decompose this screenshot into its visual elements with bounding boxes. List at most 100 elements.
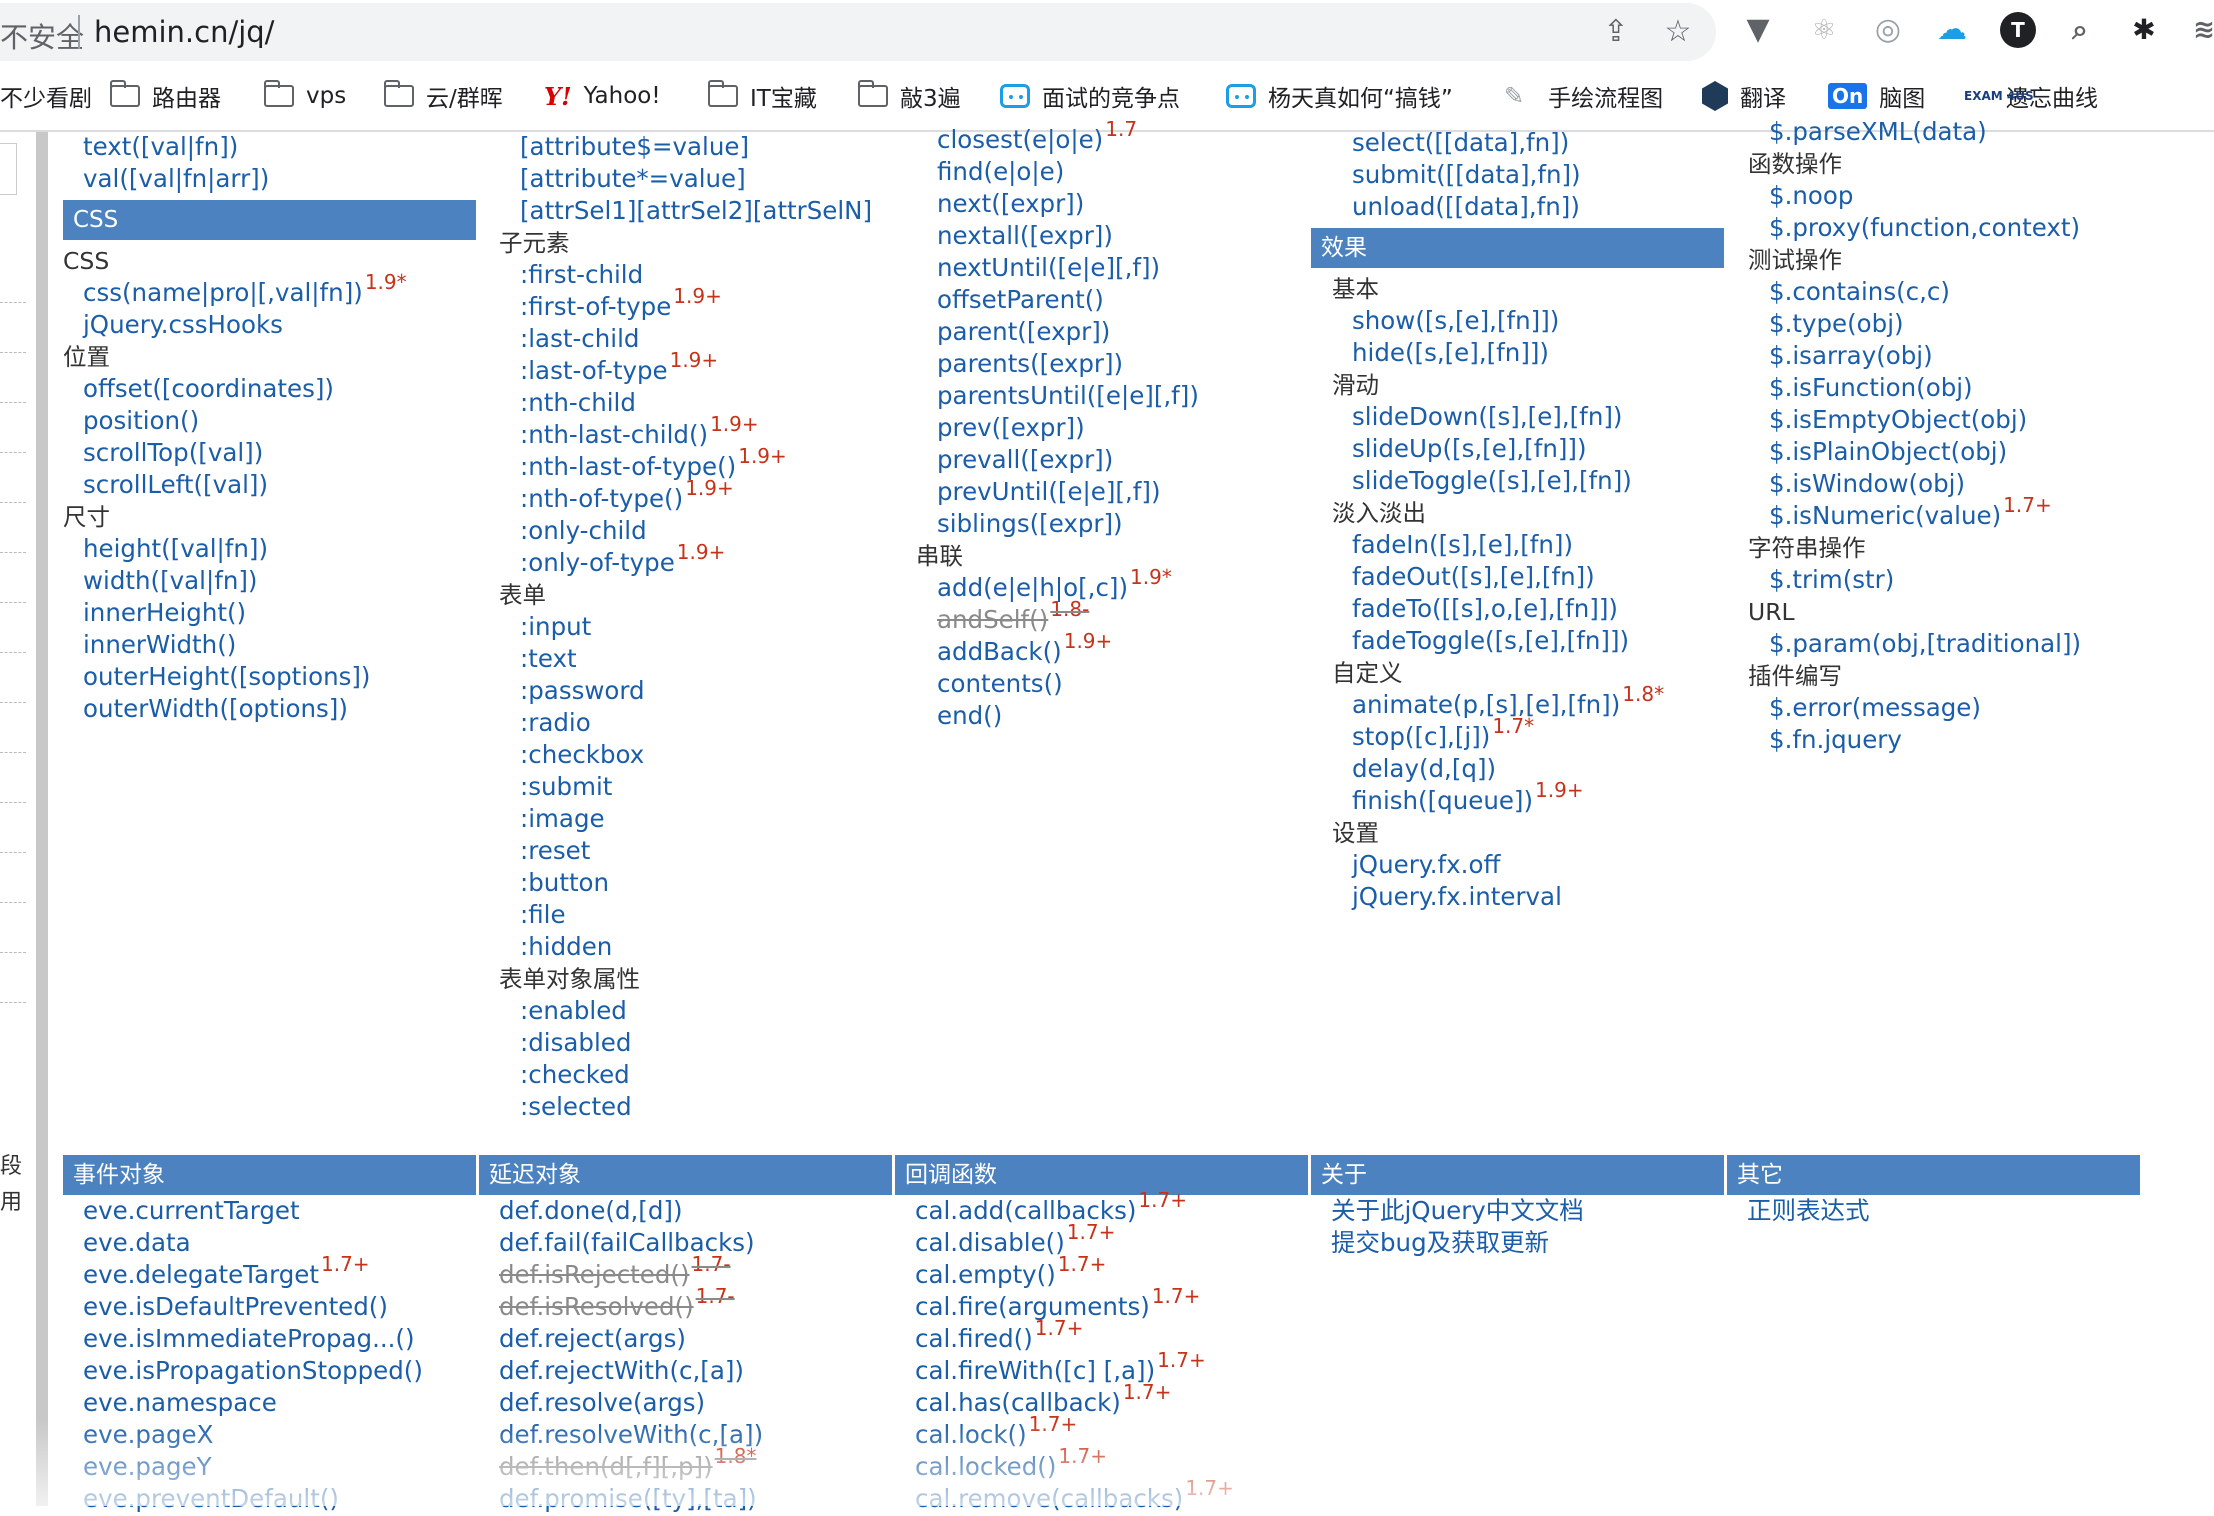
api-link-next-expr[interactable]: next([expr]) [937, 188, 1084, 220]
api-link-image[interactable]: :image [520, 803, 605, 835]
translate-extension-icon[interactable]: T [2000, 12, 2036, 48]
sidebar-search-box[interactable] [0, 143, 17, 195]
api-link-val-val-fn-arr[interactable]: val([val|fn|arr]) [83, 163, 269, 195]
api-link-attribute-value[interactable]: [attribute$=value] [520, 131, 749, 163]
api-link-jquery-fx-off[interactable]: jQuery.fx.off [1352, 849, 1500, 881]
api-link-nth-of-type[interactable]: :nth-of-type() 1.9+ [520, 476, 734, 516]
api-link-button[interactable]: :button [520, 867, 609, 899]
api-link-checkbox[interactable]: :checkbox [520, 739, 644, 771]
api-link-innerwidth[interactable]: innerWidth() [83, 629, 236, 661]
api-link-hide-s-e-fn[interactable]: hide([s,[e],[fn]]) [1352, 337, 1549, 369]
api-link-input[interactable]: :input [520, 611, 591, 643]
api-link-eve-ispropagationstopped[interactable]: eve.isPropagationStopped() [83, 1355, 423, 1387]
api-link-radio[interactable]: :radio [520, 707, 591, 739]
api-link-cal-fired[interactable]: cal.fired() 1.7+ [915, 1316, 1083, 1356]
api-link-find-e-o-e[interactable]: find(e|o|e) [937, 156, 1064, 188]
api-link-first-of-type[interactable]: :first-of-type 1.9+ [520, 284, 722, 324]
api-link-param-obj-traditional[interactable]: $.param(obj,[traditional]) [1769, 628, 2081, 660]
api-link-height-val-fn[interactable]: height([val|fn]) [83, 533, 268, 565]
api-link-eve-data[interactable]: eve.data [83, 1227, 191, 1259]
api-link-finish-queue[interactable]: finish([queue]) 1.9+ [1352, 778, 1584, 818]
api-link-isarray-obj[interactable]: $.isarray(obj) [1769, 340, 1933, 372]
api-link-hidden[interactable]: :hidden [520, 931, 612, 963]
api-link-position[interactable]: position() [83, 405, 199, 437]
api-link-isnumeric-value[interactable]: $.isNumeric(value) 1.7+ [1769, 493, 2052, 533]
api-link-jquery-fx-interval[interactable]: jQuery.fx.interval [1352, 881, 1562, 913]
api-link-nth-child[interactable]: :nth-child [520, 387, 636, 419]
api-link-error-message[interactable]: $.error(message) [1769, 692, 1981, 724]
bookmark-item[interactable]: IT宝藏 [707, 72, 817, 120]
security-status[interactable]: 不安全 [0, 16, 84, 56]
api-link-nth-last-child[interactable]: :nth-last-child() 1.9+ [520, 412, 759, 452]
api-link-cal-empty[interactable]: cal.empty() 1.7+ [915, 1252, 1106, 1292]
api-link-eve-pagex[interactable]: eve.pageX [83, 1419, 213, 1451]
api-link-parent-expr[interactable]: parent([expr]) [937, 316, 1110, 348]
api-link-type-obj[interactable]: $.type(obj) [1769, 308, 1904, 340]
api-link-siblings-expr[interactable]: siblings([expr]) [937, 508, 1123, 540]
bookmark-item[interactable]: 不少看剧 [0, 72, 92, 120]
api-link-attrsel1-attrsel2-attrseln[interactable]: [attrSel1][attrSel2][attrSelN] [520, 195, 872, 227]
api-link-fadeout-s-e-fn[interactable]: fadeOut([s],[e],[fn]) [1352, 561, 1595, 593]
api-link-eve-delegatetarget[interactable]: eve.delegateTarget 1.7+ [83, 1252, 370, 1292]
share-icon[interactable]: ⇪ [1596, 12, 1636, 52]
api-link-proxy-function-context[interactable]: $.proxy(function,context) [1769, 212, 2080, 244]
address-bar[interactable]: 不安全 hemin.cn/jq/ ⇪ ☆ [0, 3, 1716, 61]
bookmark-item[interactable]: EXAM 4US 遗忘曲线 [1964, 72, 2098, 120]
api-link-width-val-fn[interactable]: width([val|fn]) [83, 565, 258, 597]
api-link-def-then-d-f-p[interactable]: def.then(d[,f][,p]) 1.8* [499, 1444, 756, 1484]
api-link-def-isresolved[interactable]: def.isResolved() 1.7- [499, 1284, 735, 1324]
bookmark-item[interactable]: ✎ 手绘流程图 [1504, 72, 1663, 120]
api-link-cal-remove-callbacks[interactable]: cal.remove(callbacks) 1.7+ [915, 1476, 1234, 1516]
search-extension-icon[interactable]: ⌕ [2062, 12, 2098, 48]
api-link-unload-data-fn[interactable]: unload([[data],fn]) [1352, 191, 1580, 223]
api-link-parentsuntil-e-e-f[interactable]: parentsUntil([e|e][,f]) [937, 380, 1199, 412]
api-link-cal-locked[interactable]: cal.locked() 1.7+ [915, 1444, 1107, 1484]
sidebar-scrollbar[interactable] [36, 132, 48, 1506]
api-link-eve-currenttarget[interactable]: eve.currentTarget [83, 1195, 300, 1227]
api-link-selected[interactable]: :selected [520, 1091, 632, 1123]
api-link-attribute-value[interactable]: [attribute*=value] [520, 163, 746, 195]
api-link-contains-c-c[interactable]: $.contains(c,c) [1769, 276, 1950, 308]
api-link-slidedown-s-e-fn[interactable]: slideDown([s],[e],[fn]) [1352, 401, 1622, 433]
api-link-enabled[interactable]: :enabled [520, 995, 627, 1027]
more-extensions-icon[interactable]: ≋ [2186, 12, 2214, 48]
camera-extension-icon[interactable]: ◎ [1870, 12, 1906, 48]
api-link-disabled[interactable]: :disabled [520, 1027, 631, 1059]
api-link-checked[interactable]: :checked [520, 1059, 630, 1091]
api-link-def-promise-ty-ta[interactable]: def.promise([ty],[ta]) [499, 1483, 757, 1515]
api-link-slideup-s-e-fn[interactable]: slideUp([s,[e],[fn]]) [1352, 433, 1587, 465]
api-link-eve-pagey[interactable]: eve.pageY [83, 1451, 212, 1483]
api-link-only-child[interactable]: :only-child [520, 515, 647, 547]
api-link-innerheight[interactable]: innerHeight() [83, 597, 246, 629]
bookmark-item[interactable]: 云/群晖 [383, 72, 503, 120]
api-link-scrolltop-val[interactable]: scrollTop([val]) [83, 437, 263, 469]
api-link-entry[interactable]: 正则表达式 [1747, 1195, 1870, 1227]
bookmark-item[interactable]: 杨天真如何“搞钱” [1226, 72, 1453, 120]
cloud-extension-icon[interactable]: ☁ [1934, 12, 1970, 48]
bookmark-item[interactable]: 路由器 [109, 72, 221, 120]
api-link-eve-preventdefault[interactable]: eve.preventDefault() [83, 1483, 339, 1515]
api-link-text-val-fn[interactable]: text([val|fn]) [83, 131, 238, 163]
api-link-def-done-d-d[interactable]: def.done(d,[d]) [499, 1195, 683, 1227]
api-link-password[interactable]: :password [520, 675, 645, 707]
api-link-outerheight-soptions[interactable]: outerHeight([soptions]) [83, 661, 371, 693]
api-link-nextuntil-e-e-f[interactable]: nextUntil([e|e][,f]) [937, 252, 1160, 284]
api-link-prevall-expr[interactable]: prevall([expr]) [937, 444, 1113, 476]
api-link-last-child[interactable]: :last-child [520, 323, 639, 355]
api-link-submit-data-fn[interactable]: submit([[data],fn]) [1352, 159, 1581, 191]
bookmark-star-icon[interactable]: ☆ [1658, 12, 1698, 52]
api-link-delay-d-q[interactable]: delay(d,[q]) [1352, 753, 1496, 785]
api-link-fadein-s-e-fn[interactable]: fadeIn([s],[e],[fn]) [1352, 529, 1573, 561]
api-link-text[interactable]: :text [520, 643, 577, 675]
api-link-def-reject-args[interactable]: def.reject(args) [499, 1323, 686, 1355]
api-link-css-name-pro-val-fn[interactable]: css(name|pro|[,val|fn]) 1.9* [83, 270, 407, 310]
api-link-isemptyobject-obj[interactable]: $.isEmptyObject(obj) [1769, 404, 2027, 436]
api-link-isplainobject-obj[interactable]: $.isPlainObject(obj) [1769, 436, 2007, 468]
react-devtools-icon[interactable]: ⚛ [1806, 12, 1842, 48]
api-link-nextall-expr[interactable]: nextall([expr]) [937, 220, 1113, 252]
api-link-iswindow-obj[interactable]: $.isWindow(obj) [1769, 468, 1965, 500]
api-link-last-of-type[interactable]: :last-of-type 1.9+ [520, 348, 718, 388]
api-link-prev-expr[interactable]: prev([expr]) [937, 412, 1085, 444]
api-link-jquery[interactable]: 关于此jQuery中文文档 [1331, 1195, 1584, 1227]
api-link-scrollleft-val[interactable]: scrollLeft([val]) [83, 469, 268, 501]
